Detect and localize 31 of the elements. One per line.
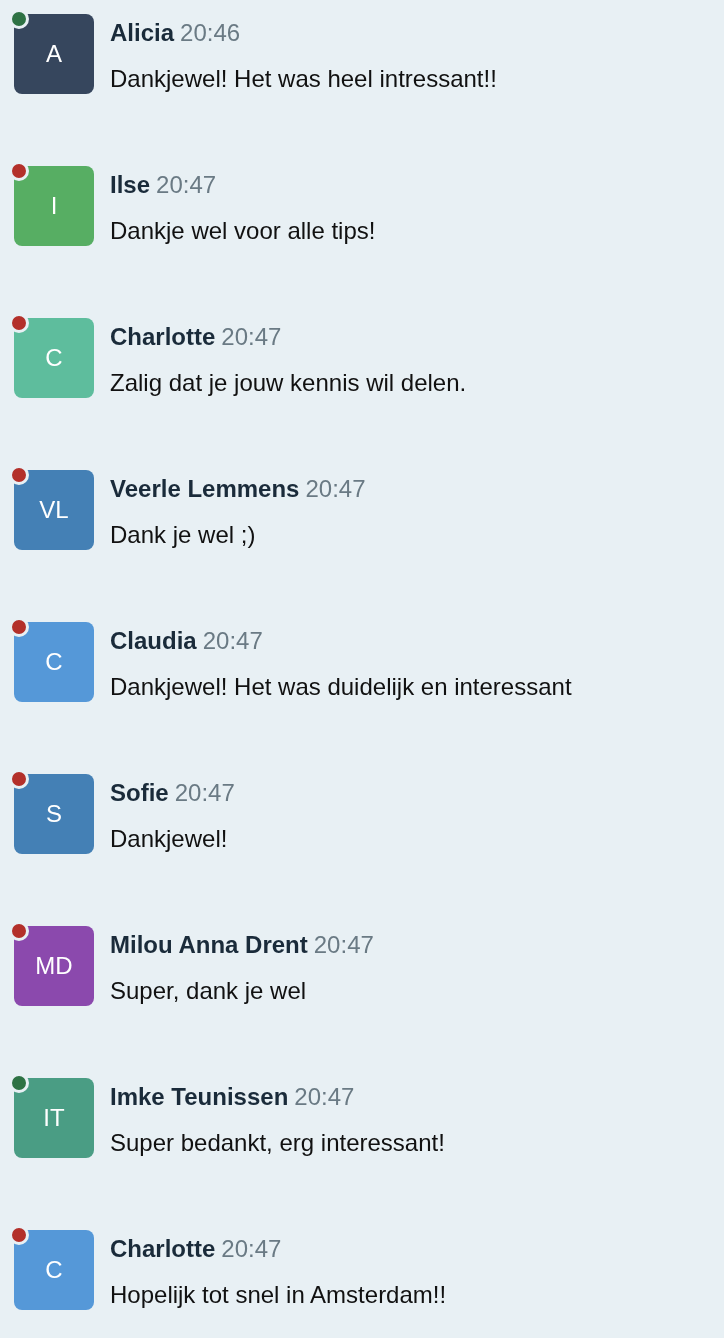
message-time: 20:47 xyxy=(221,1235,282,1263)
message-text: Dankjewel! Het was heel intressant!! xyxy=(110,65,497,93)
message-time: 20:47 xyxy=(305,475,366,503)
message-text: Dankjewel! Het was duidelijk en interessant xyxy=(110,673,572,701)
sender-name[interactable]: Charlotte xyxy=(110,1235,216,1263)
message-text: Dank je wel ;) xyxy=(110,521,257,549)
sender-name[interactable]: Imke Teunissen xyxy=(110,1083,289,1111)
message-time: 20:47 xyxy=(156,171,217,199)
sender-name[interactable]: Alicia xyxy=(110,19,175,47)
user-avatar[interactable]: MD xyxy=(14,926,94,1006)
message-text: Super bedankt, erg interessant! xyxy=(110,1129,445,1157)
sender-name[interactable]: Veerle Lemmens xyxy=(110,475,300,503)
message-time: 20:47 xyxy=(174,779,235,807)
sender-name[interactable]: Claudia xyxy=(110,627,197,655)
message-time: 20:47 xyxy=(202,627,263,655)
message-time: 20:47 xyxy=(313,931,374,959)
message-text: Super, dank je wel xyxy=(110,977,308,1005)
sender-name[interactable]: Ilse xyxy=(110,171,151,199)
sender-name[interactable]: Milou Anna Drent xyxy=(110,931,308,959)
message-text: Dankje wel voor alle tips! xyxy=(110,217,376,245)
user-avatar[interactable]: S xyxy=(14,774,94,854)
message-time: 20:47 xyxy=(294,1083,355,1111)
sender-name[interactable]: Charlotte xyxy=(110,323,216,351)
user-avatar[interactable]: A xyxy=(14,14,94,94)
user-avatar[interactable]: VL xyxy=(14,470,94,550)
message-time: 20:47 xyxy=(221,323,282,351)
message-text: Hopelijk tot snel in Amsterdam!! xyxy=(110,1281,447,1309)
message-text: Zalig dat je jouw kennis wil delen. xyxy=(110,369,467,397)
message-text: Dankjewel! xyxy=(110,825,229,853)
message-time: 20:46 xyxy=(180,19,241,47)
sender-name[interactable]: Sofie xyxy=(110,779,169,807)
